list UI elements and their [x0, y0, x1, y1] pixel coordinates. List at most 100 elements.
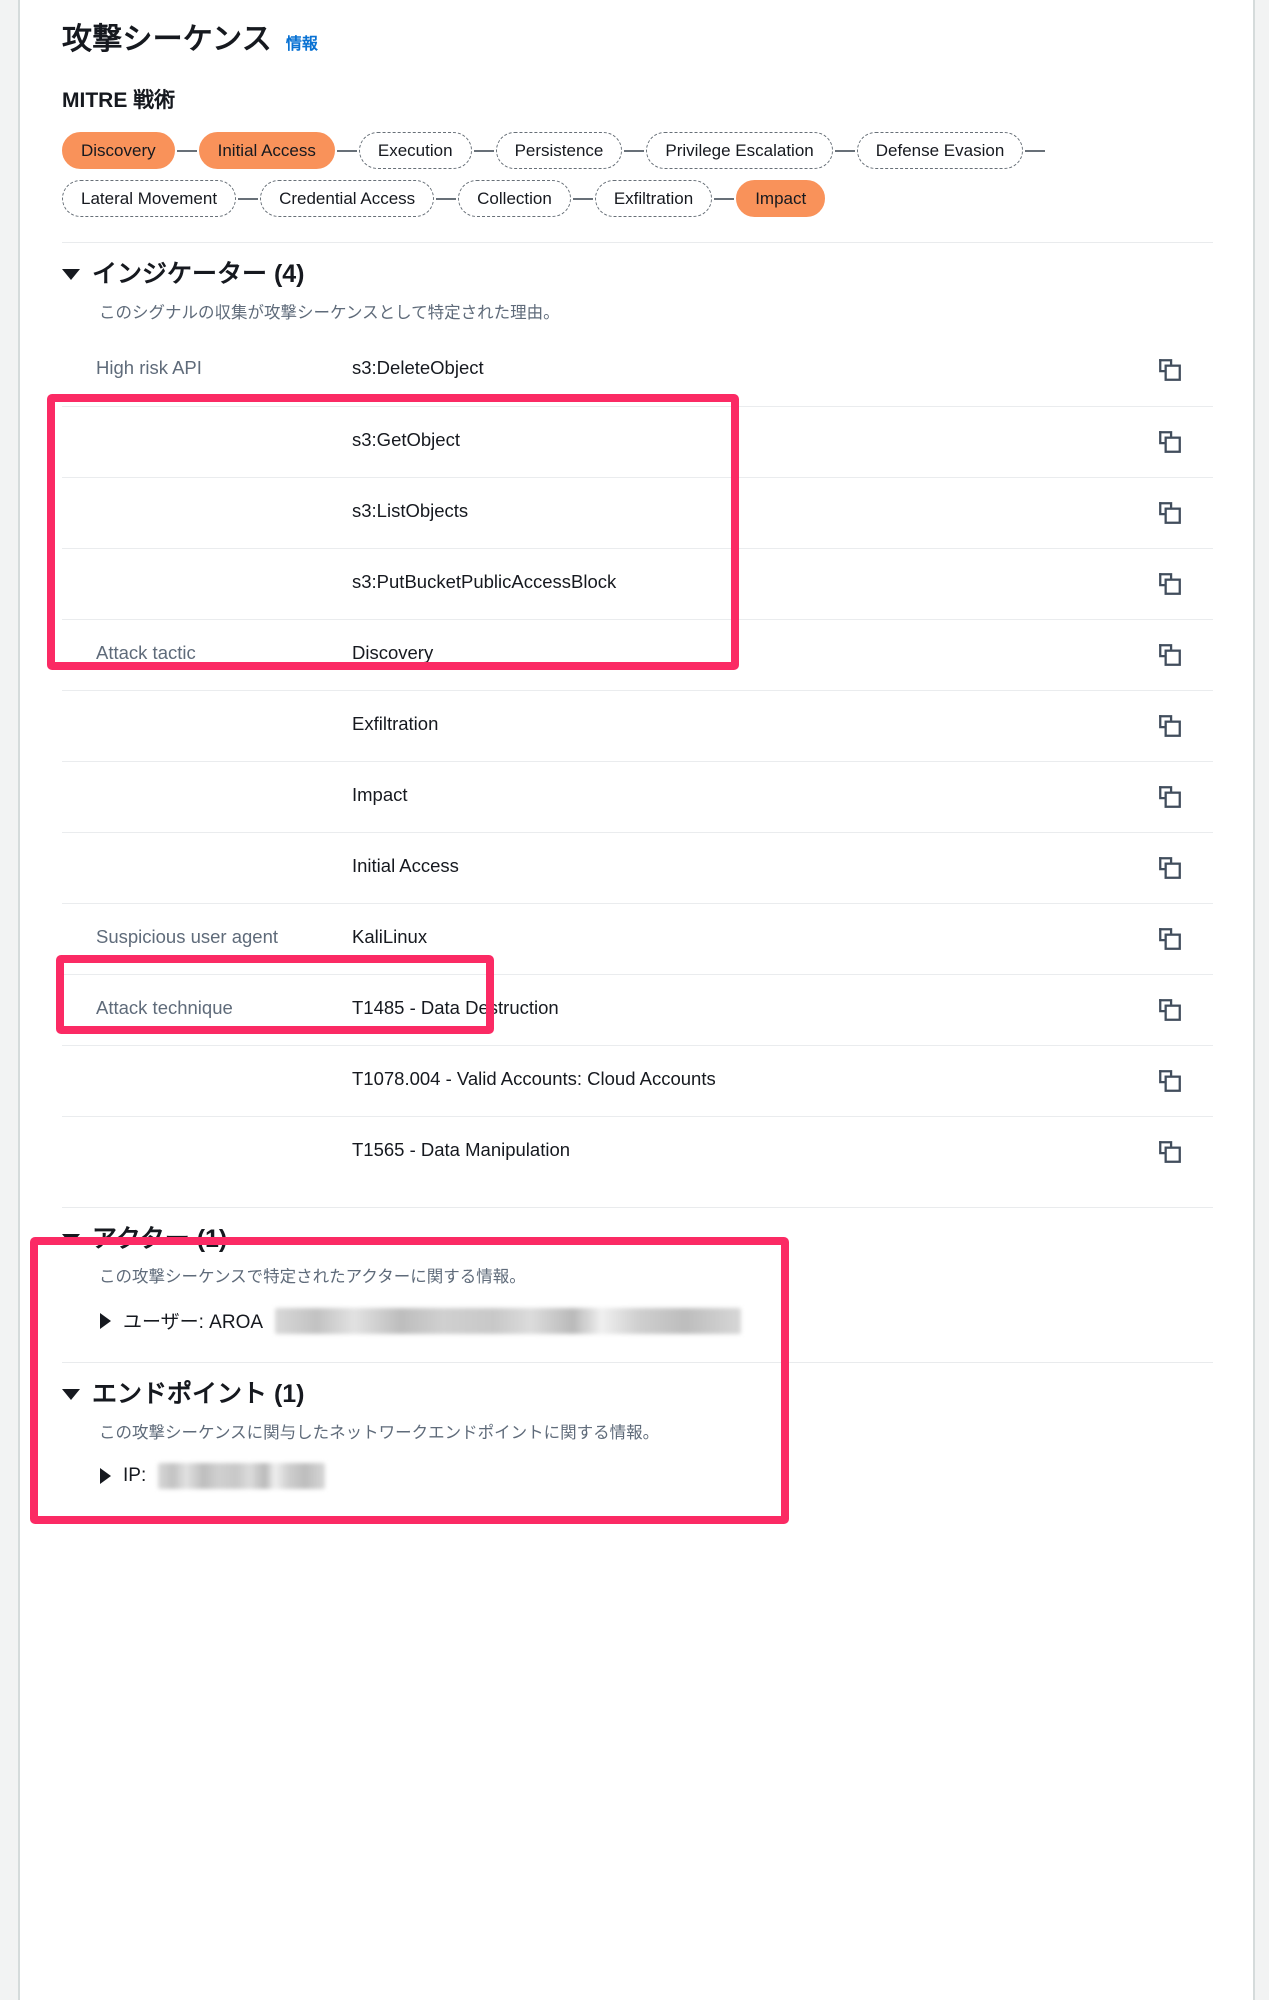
tactic-connector	[572, 197, 593, 200]
tactic-chip-persistence[interactable]: Persistence	[495, 132, 623, 169]
indicator-value: T1078.004 - Valid Accounts: Cloud Accoun…	[352, 1067, 716, 1089]
indicator-value: Discovery	[352, 641, 434, 663]
indicator-value: T1485 - Data Destruction	[352, 996, 559, 1018]
indicator-label	[62, 1117, 352, 1139]
table-row: T1078.004 - Valid Accounts: Cloud Accoun…	[62, 1044, 1213, 1116]
copy-icon[interactable]	[1157, 1068, 1183, 1094]
copy-icon[interactable]	[1157, 500, 1183, 526]
indicators-title: インジケーター (4)	[92, 260, 305, 288]
chevron-down-icon[interactable]	[62, 1233, 80, 1245]
tactic-chip-privilege-escalation[interactable]: Privilege Escalation	[646, 132, 833, 169]
indicator-value: s3:GetObject	[352, 428, 460, 450]
indicators-section-header[interactable]: インジケーター (4)	[62, 243, 1213, 289]
actor-description: この攻撃シーケンスで特定されたアクターに関する情報。	[99, 1268, 526, 1286]
indicator-value: Impact	[352, 783, 408, 805]
mitre-tactics-list: Discovery Initial Access Execution Persi…	[62, 132, 1213, 228]
chevron-down-icon[interactable]	[62, 1389, 80, 1401]
actor-user-label: ユーザー: AROA	[123, 1312, 264, 1333]
table-row: s3:GetObject	[62, 405, 1213, 477]
indicator-label	[62, 407, 352, 429]
table-row: Suspicious user agent KaliLinux	[62, 902, 1213, 974]
chevron-right-icon[interactable]	[100, 1467, 111, 1484]
actor-title: アクター (1)	[92, 1224, 228, 1253]
tactic-chip-initial-access[interactable]: Initial Access	[198, 132, 335, 169]
endpoint-ip-label: IP:	[123, 1464, 147, 1486]
copy-icon[interactable]	[1157, 642, 1183, 668]
chevron-down-icon[interactable]	[62, 269, 80, 281]
copy-icon[interactable]	[1157, 997, 1183, 1023]
copy-cell	[1127, 478, 1213, 526]
tactic-chip-collection[interactable]: Collection	[458, 180, 571, 217]
table-row: Exfiltration	[62, 689, 1213, 761]
copy-cell	[1127, 762, 1213, 810]
endpoint-title: エンドポイント (1)	[92, 1380, 305, 1408]
table-row: s3:ListObjects	[62, 476, 1213, 548]
copy-icon[interactable]	[1157, 357, 1183, 383]
table-row: T1565 - Data Manipulation	[62, 1115, 1213, 1187]
table-row: High risk API s3:DeleteObject	[62, 335, 1213, 406]
copy-icon[interactable]	[1157, 784, 1183, 810]
tactic-chip-impact[interactable]: Impact	[736, 180, 826, 217]
copy-cell	[1127, 1046, 1213, 1094]
tactic-connector	[473, 149, 494, 152]
redacted-ip-address	[158, 1462, 326, 1489]
indicator-label	[62, 478, 352, 500]
page-background: 攻撃シーケンス 情報 MITRE 戦術 Discovery Initial Ac…	[0, 0, 1269, 2000]
tactic-chip-defense-evasion[interactable]: Defense Evasion	[856, 132, 1024, 169]
tactic-connector	[714, 197, 735, 200]
tactic-chip-lateral-movement[interactable]: Lateral Movement	[62, 180, 237, 217]
indicator-value: KaliLinux	[352, 925, 428, 947]
indicator-label: Attack tactic	[96, 641, 196, 663]
copy-cell	[1127, 904, 1213, 952]
table-row: Initial Access	[62, 831, 1213, 903]
endpoint-ip-item[interactable]: IP:	[100, 1462, 1213, 1489]
endpoint-section-header[interactable]: エンドポイント (1)	[62, 1363, 1213, 1409]
indicator-label: Suspicious user agent	[96, 925, 279, 947]
indicator-label: Attack technique	[96, 996, 233, 1018]
indicator-label: High risk API	[96, 356, 202, 378]
indicator-label	[62, 833, 352, 855]
indicator-value: Initial Access	[352, 854, 459, 876]
table-row: s3:PutBucketPublicAccessBlock	[62, 547, 1213, 619]
indicators-table: High risk API s3:DeleteObject s3:GetObje…	[62, 335, 1213, 1187]
tactic-connector	[834, 149, 855, 152]
endpoint-description: この攻撃シーケンスに関与したネットワークエンドポイントに関する情報。	[99, 1423, 660, 1442]
indicator-value: s3:DeleteObject	[352, 356, 484, 378]
tactic-chip-discovery[interactable]: Discovery	[62, 132, 175, 169]
tactic-connector	[1025, 149, 1046, 152]
copy-cell	[1127, 335, 1213, 383]
tactic-connector	[238, 197, 259, 200]
copy-icon[interactable]	[1157, 926, 1183, 952]
tactic-connector	[176, 149, 197, 152]
copy-cell	[1127, 691, 1213, 739]
tactic-chip-exfiltration[interactable]: Exfiltration	[594, 180, 713, 217]
copy-cell	[1127, 407, 1213, 455]
page-title: 攻撃シーケンス	[62, 23, 272, 56]
indicators-description: このシグナルの収集が攻撃シーケンスとして特定された理由。	[99, 303, 560, 322]
table-row: Attack tactic Discovery	[62, 618, 1213, 690]
indicator-label	[62, 1046, 352, 1068]
tactic-connector	[436, 197, 457, 200]
tactic-connector	[336, 149, 357, 152]
actor-section-header[interactable]: アクター (1)	[62, 1208, 1213, 1254]
copy-icon[interactable]	[1157, 1139, 1183, 1165]
copy-icon[interactable]	[1157, 571, 1183, 597]
tactic-connector	[624, 149, 645, 152]
mitre-tactics-heading: MITRE 戦術	[62, 89, 176, 112]
copy-icon[interactable]	[1157, 429, 1183, 455]
copy-icon[interactable]	[1157, 855, 1183, 881]
tactic-chip-execution[interactable]: Execution	[358, 132, 472, 169]
copy-cell	[1127, 1117, 1213, 1165]
actor-user-item[interactable]: ユーザー: AROA	[100, 1307, 1213, 1334]
indicator-label	[62, 549, 352, 571]
copy-cell	[1127, 549, 1213, 597]
chevron-right-icon[interactable]	[100, 1312, 111, 1329]
copy-icon[interactable]	[1157, 713, 1183, 739]
info-link[interactable]: 情報	[286, 30, 318, 54]
indicator-value: T1565 - Data Manipulation	[352, 1138, 571, 1160]
copy-cell	[1127, 975, 1213, 1023]
table-row: Attack technique T1485 - Data Destructio…	[62, 973, 1213, 1045]
panel-header: 攻撃シーケンス 情報	[62, 0, 1213, 58]
indicator-label	[62, 691, 352, 713]
tactic-chip-credential-access[interactable]: Credential Access	[260, 180, 435, 217]
